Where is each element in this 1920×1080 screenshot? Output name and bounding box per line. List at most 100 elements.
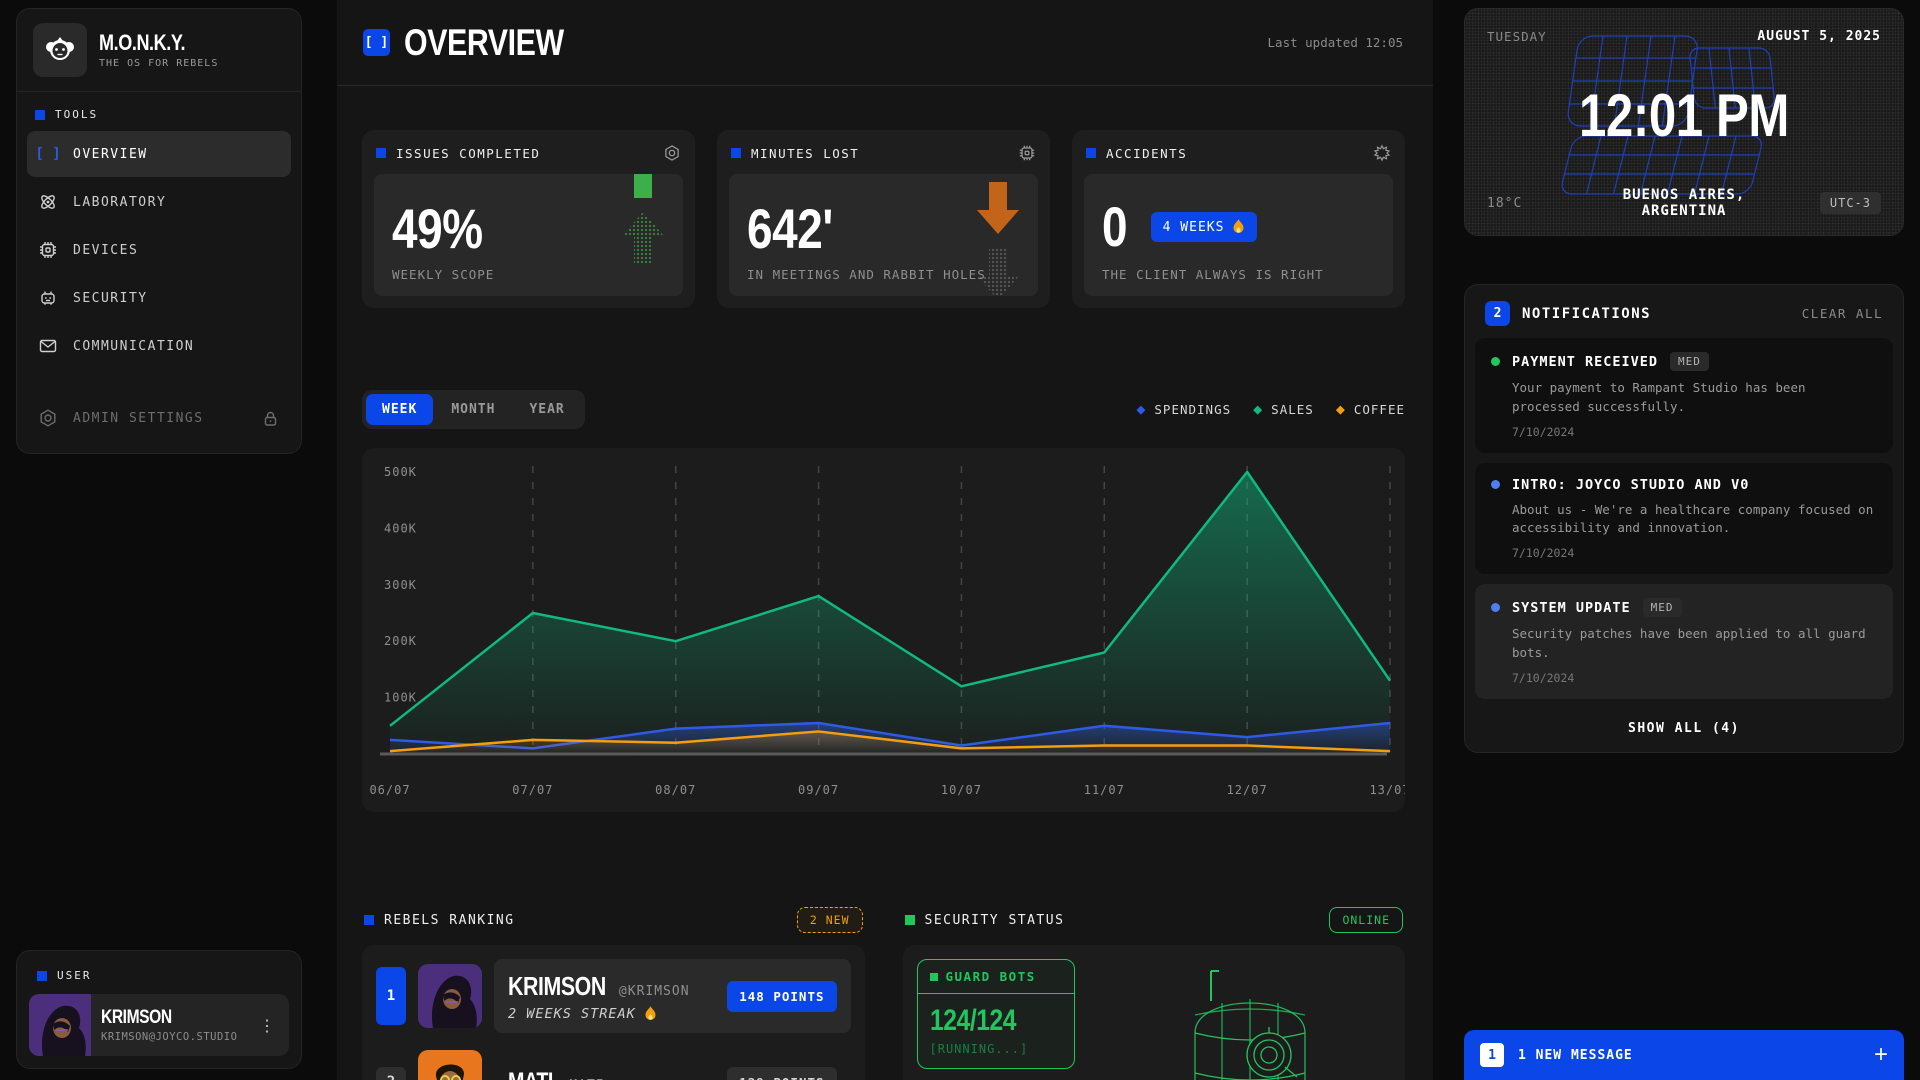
stat-title: ACCIDENTS [1106, 146, 1187, 161]
notification-title: PAYMENT RECEIVED [1512, 354, 1658, 370]
sidebar-item-security[interactable]: SECURITY [27, 275, 291, 321]
svg-text:100K: 100K [384, 691, 417, 705]
lock-icon [259, 410, 281, 427]
starburst-icon[interactable] [1373, 144, 1391, 162]
weekday: TUESDAY [1487, 29, 1547, 44]
blue-square-icon [37, 971, 47, 981]
sidebar-item-overview[interactable]: [ ] OVERVIEW [27, 131, 291, 177]
sidebar-item-laboratory[interactable]: LABORATORY [27, 179, 291, 225]
diamond-icon: ◆ [1253, 402, 1263, 417]
new-count-badge: 2 NEW [797, 907, 863, 933]
last-updated: Last updated 12:05 [1268, 35, 1403, 50]
svg-text:12/07: 12/07 [1227, 783, 1268, 797]
rank-info: KRIMSON @KRIMSON 2 WEEKS STREAK 148 POIN… [494, 959, 851, 1033]
date: AUGUST 5, 2025 [1757, 29, 1881, 44]
sidebar-item-admin-settings[interactable]: ADMIN SETTINGS [27, 395, 291, 441]
svg-text:11/07: 11/07 [1084, 783, 1125, 797]
nut-icon[interactable] [663, 144, 681, 162]
stat-title: MINUTES LOST [751, 146, 859, 161]
legend-spendings: ◆ SPENDINGS [1136, 402, 1231, 417]
section-title: REBELS RANKING [384, 913, 515, 928]
utc-offset-badge: UTC-3 [1820, 192, 1881, 214]
avatar-mati [418, 1050, 482, 1080]
stat-body: 642' IN MEETINGS AND RABBIT HOLES [729, 174, 1038, 296]
user-info: KRIMSON KRIMSON@JOYCO.STUDIO ⋮ [91, 994, 289, 1056]
tab-week[interactable]: WEEK [366, 394, 433, 425]
rank-number: 1 [376, 967, 406, 1025]
message-text: 1 NEW MESSAGE [1518, 1048, 1633, 1063]
chart-legend: ◆ SPENDINGS ◆ SALES ◆ COFFEE [1136, 402, 1405, 417]
tab-year[interactable]: YEAR [513, 394, 580, 425]
svg-text:08/07: 08/07 [655, 783, 696, 797]
notification-system-update[interactable]: SYSTEM UPDATE MED Security patches have … [1475, 584, 1893, 699]
stat-card-minutes-lost: MINUTES LOST 642' [717, 130, 1050, 308]
show-all-button[interactable]: SHOW ALL (4) [1475, 709, 1893, 746]
notification-payment-received[interactable]: PAYMENT RECEIVED MED Your payment to Ram… [1475, 338, 1893, 453]
diamond-icon: ◆ [1336, 402, 1346, 417]
legend-sales: ◆ SALES [1253, 402, 1314, 417]
status-dot [1491, 603, 1500, 612]
accidents-streak-badge: 4 WEEKS [1151, 212, 1258, 242]
security-status-header: SECURITY STATUS ONLINE [903, 895, 1406, 945]
svg-text:500K: 500K [384, 465, 417, 479]
rank-row-2[interactable]: 2 MATI [376, 1045, 851, 1080]
notifications-header: 2 NOTIFICATIONS CLEAR ALL [1475, 297, 1893, 338]
clear-all-button[interactable]: CLEAR ALL [1802, 306, 1883, 321]
app-title: M.O.N.K.Y. [99, 31, 185, 55]
flame-icon [644, 1006, 657, 1022]
notification-title: SYSTEM UPDATE [1512, 600, 1631, 616]
notification-intro-joyco[interactable]: INTRO: JOYCO STUDIO AND V0 About us - We… [1475, 463, 1893, 575]
temperature: 18°C [1487, 196, 1577, 211]
notifications-panel: 2 NOTIFICATIONS CLEAR ALL PAYMENT RECEIV… [1464, 284, 1904, 753]
tab-month[interactable]: MONTH [435, 394, 511, 425]
main-content: [ ] OVERVIEW Last updated 12:05 ISSUES C… [337, 0, 1433, 1080]
sidebar: M.O.N.K.Y. THE OS FOR REBELS TOOLS [ ] O… [16, 8, 302, 454]
blue-square-icon [376, 148, 386, 158]
monkey-logo-icon [33, 23, 87, 77]
rank-name: MATI [508, 1068, 553, 1080]
rank-number: 2 [376, 1067, 406, 1080]
priority-badge: MED [1643, 598, 1682, 617]
notification-date: 7/10/2024 [1512, 546, 1877, 560]
right-column: TUESDAY AUGUST 5, 2025 12:01 PM 18°C BUE… [1464, 8, 1904, 1080]
stat-label: WEEKLY SCOPE [392, 267, 665, 282]
svg-text:300K: 300K [384, 578, 417, 592]
security-status-section: SECURITY STATUS ONLINE GUARD BOTS 124/12… [903, 895, 1406, 1080]
notification-body: About us - We're a healthcare company fo… [1512, 501, 1877, 539]
chip-icon[interactable] [1018, 144, 1036, 162]
section-title: SECURITY STATUS [925, 913, 1065, 928]
stat-value: 642' [747, 201, 971, 257]
svg-text:13/07: 13/07 [1369, 783, 1405, 797]
points-badge: 129 POINTS [727, 1067, 836, 1080]
kebab-menu-icon[interactable]: ⋮ [255, 1012, 279, 1039]
user-card[interactable]: KRIMSON KRIMSON@JOYCO.STUDIO ⋮ [29, 994, 289, 1056]
notification-date: 7/10/2024 [1512, 671, 1877, 685]
new-message-bar[interactable]: 1 1 NEW MESSAGE + [1464, 1030, 1904, 1080]
notification-title: INTRO: JOYCO STUDIO AND V0 [1512, 477, 1749, 493]
flame-icon [1232, 219, 1245, 235]
trend-up-arrows-icon [615, 174, 671, 264]
rank-handle: @KRIMSON [619, 984, 690, 999]
sidebar-item-devices[interactable]: DEVICES [27, 227, 291, 273]
rank-row-1[interactable]: 1 KRIMSON [376, 959, 851, 1033]
user-avatar [29, 994, 91, 1056]
chip-icon [37, 240, 59, 260]
app-subtitle: THE OS FOR REBELS [99, 58, 218, 69]
guard-bots-status: [RUNNING...] [930, 1042, 1062, 1056]
overview-chart-panel: 100K200K300K400K500K06/0707/0708/0709/07… [362, 448, 1405, 812]
user-section-label: USER [29, 963, 289, 986]
rank-streak: 2 WEEKS STREAK [508, 1006, 690, 1022]
green-square-icon [930, 973, 938, 981]
sidebar-user-panel: USER KRIMSON KRIMSON@JOYCO.STUDIO ⋮ [16, 950, 302, 1069]
current-time: 12:01 PM [1504, 81, 1863, 150]
notifications-title: NOTIFICATIONS [1522, 306, 1651, 322]
svg-text:07/07: 07/07 [512, 783, 553, 797]
security-panel: GUARD BOTS 124/124 [RUNNING...] FIREWALL [903, 945, 1406, 1080]
stat-value: 49% [392, 201, 616, 257]
page-title: OVERVIEW [404, 22, 564, 64]
diamond-icon: ◆ [1136, 402, 1146, 417]
plus-icon[interactable]: + [1874, 1043, 1888, 1067]
blue-square-icon [1086, 148, 1096, 158]
sidebar-item-communication[interactable]: COMMUNICATION [27, 323, 291, 369]
logo-row: M.O.N.K.Y. THE OS FOR REBELS [17, 9, 301, 92]
